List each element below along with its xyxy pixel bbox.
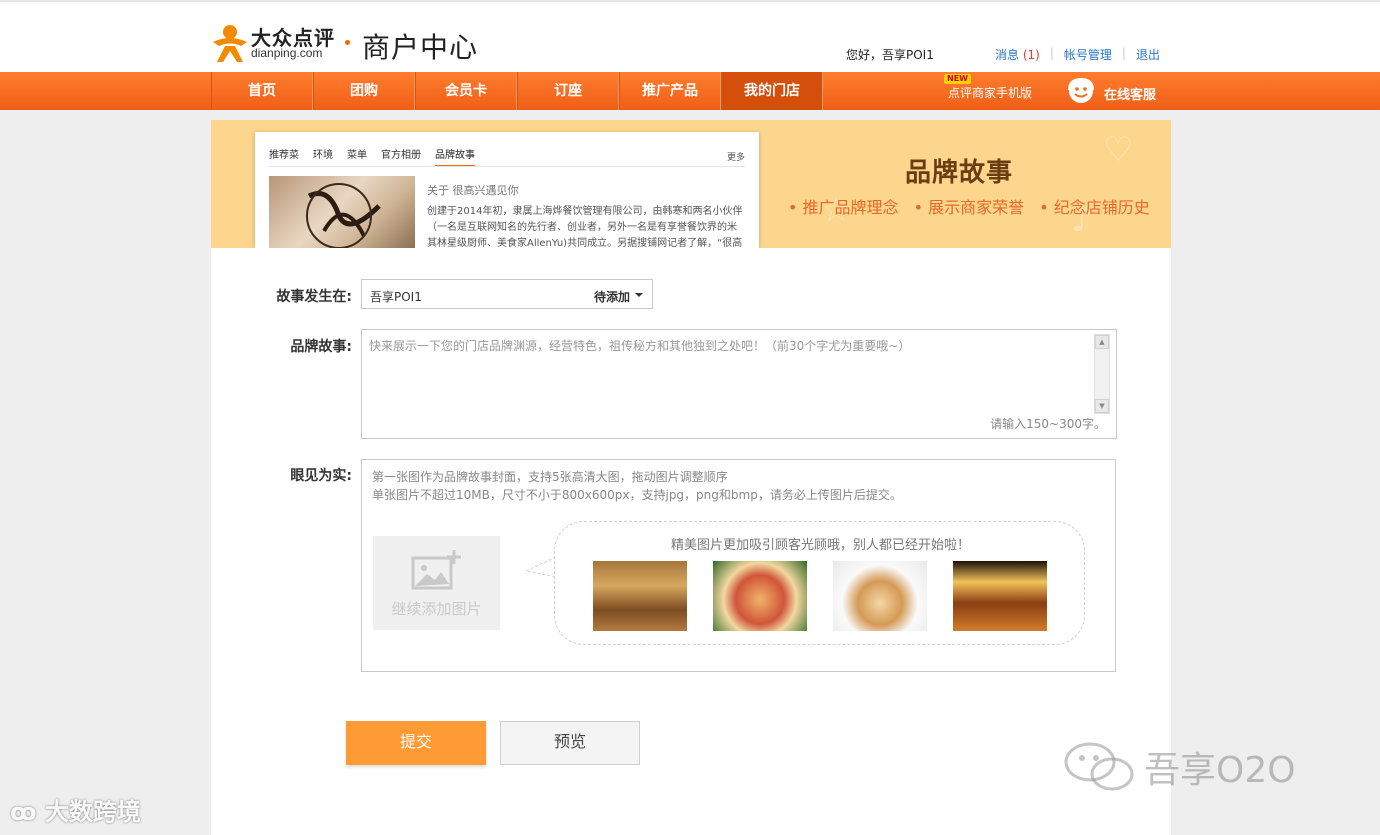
page-title: 商户中心 <box>362 31 479 64</box>
location-select[interactable]: 吾享POI1 待添加 <box>361 279 653 309</box>
upload-tip-cover: 第一张图作为品牌故事封面，支持5张高清大图，拖动图片调整顺序 <box>372 470 728 484</box>
brand-story-preview-card: 推荐菜 环境 菜单 官方相册 品牌故事 更多 关于 很高兴遇见你 创建于2014… <box>255 132 759 248</box>
customer-service-icon[interactable] <box>1066 76 1096 106</box>
banner-tag: • 推广品牌理念 <box>788 198 899 217</box>
wechat-icon <box>1064 742 1134 791</box>
preview-tab: 环境 <box>313 150 333 161</box>
user-greeting: 您好，吾享POI1 <box>846 48 934 62</box>
nav-item-reservation[interactable]: 订座 <box>517 72 619 110</box>
nav-item-group-buy[interactable]: 团购 <box>313 72 415 110</box>
sample-photo-interior <box>593 561 687 631</box>
nav-item-home[interactable]: 首页 <box>211 72 313 110</box>
sample-photo-dining-room <box>953 561 1047 631</box>
main-nav: 首页 团购 会员卡 订座 推广产品 我的门店 NEW 点评商家手机版 在线客服 <box>0 72 1380 110</box>
banner-deco-heart-icon: ♡ <box>1103 130 1134 170</box>
watermark-right: 吾享O2O <box>1062 740 1296 794</box>
preview-tab: 推荐菜 <box>269 150 299 161</box>
customer-service-link[interactable]: 在线客服 <box>1104 84 1156 103</box>
main-content: ☕ ♡ ☆ ♪ 推荐菜 环境 菜单 官方相册 品牌故事 更多 关于 很高兴遇见你 <box>211 120 1171 835</box>
preview-tabs: 推荐菜 环境 菜单 官方相册 品牌故事 <box>269 146 489 167</box>
watermark-logo-icon: ꝏ <box>10 798 45 826</box>
banner-title: 品牌故事 <box>905 158 1014 188</box>
watermark-left-text: 大数跨境 <box>44 798 141 826</box>
link-separator: | <box>1121 46 1126 60</box>
logout-link[interactable]: 退出 <box>1136 46 1160 63</box>
preview-subtitle: 关于 很高兴遇见你 <box>427 184 519 197</box>
add-image-icon <box>411 550 461 590</box>
messages-link-label: 消息 <box>995 48 1020 62</box>
account-management-link[interactable]: 帐号管理 <box>1064 46 1112 63</box>
location-select-status: 待添加 <box>593 290 630 304</box>
preview-tab: 菜单 <box>347 150 367 161</box>
watermark-right-text: 吾享O2O <box>1144 750 1296 791</box>
brand-story-banner: ☕ ♡ ☆ ♪ 推荐菜 环境 菜单 官方相册 品牌故事 更多 关于 很高兴遇见你 <box>211 120 1171 248</box>
add-photo-button[interactable]: 继续添加图片 <box>373 536 500 630</box>
nav-item-promotion[interactable]: 推广产品 <box>619 72 721 110</box>
new-badge: NEW <box>944 74 971 84</box>
brand-story-label: 品牌故事: <box>290 339 352 355</box>
messages-link[interactable]: 消息 (1) <box>995 46 1040 63</box>
bubble-tail <box>525 556 557 578</box>
logo-english-text: dianping.com <box>251 46 323 60</box>
banner-tags: • 推广品牌理念 • 展示商家荣誉 • 纪念店铺历史 <box>788 194 1160 218</box>
brand-story-placeholder: 快来展示一下您的门店品牌渊源，经营特色，祖传秘方和其他独到之处吧！（前30个字尤… <box>369 339 911 353</box>
messages-count: (1) <box>1022 48 1040 62</box>
dianping-logo[interactable]: 大众点评 dianping.com <box>211 20 341 68</box>
top-links: 消息 (1) | 帐号管理 | 退出 <box>995 46 1160 63</box>
sample-photos-text: 精美图片更加吸引顾客光顾哦，别人都已经开始啦！ <box>670 538 970 553</box>
sample-photo-pasta <box>713 561 807 631</box>
nav-item-member-card[interactable]: 会员卡 <box>415 72 517 110</box>
preview-body-text: 创建于2014年初，隶属上海烨餐饮管理有限公司，由韩寒和两名小伙伴（一名是互联网… <box>427 206 743 248</box>
brand-story-textarea[interactable]: 快来展示一下您的门店品牌渊源，经营特色，祖传秘方和其他独到之处吧！（前30个字尤… <box>361 329 1117 439</box>
location-label: 故事发生在: <box>276 289 352 305</box>
photo-upload-area: 第一张图作为品牌故事封面，支持5张高清大图，拖动图片调整顺序 单张图片不超过10… <box>361 459 1116 672</box>
sample-photo-dish <box>833 561 927 631</box>
merchant-mobile-link[interactable]: 点评商家手机版 <box>948 84 1032 101</box>
add-photo-label: 继续添加图片 <box>391 600 482 618</box>
photos-label: 眼见为实: <box>290 468 352 484</box>
banner-tag: • 展示商家荣誉 <box>913 198 1025 217</box>
preview-more-link: 更多 <box>726 153 745 163</box>
scroll-down-icon[interactable]: ▼ <box>1095 399 1109 413</box>
location-select-value: 吾享POI1 <box>370 290 422 304</box>
character-count-hint: 请输入150~300字。 <box>990 417 1106 431</box>
sample-photos-bubble: 精美图片更加吸引顾客光顾哦，别人都已经开始啦！ <box>554 521 1085 645</box>
preview-tab: 官方相册 <box>381 150 421 161</box>
caret-down-icon <box>635 293 643 297</box>
title-separator-dot <box>345 40 350 45</box>
banner-tag: • 纪念店铺历史 <box>1039 198 1150 217</box>
submit-button[interactable]: 提交 <box>346 721 486 765</box>
link-separator: | <box>1049 46 1054 60</box>
preview-divider <box>269 166 745 167</box>
upload-tip-requirements: 单张图片不超过10MB，尺寸不小于800x600px，支持jpg，png和bmp… <box>372 488 902 502</box>
watermark-left: ꝏ 大数跨境 <box>10 792 141 827</box>
nav-item-my-store[interactable]: 我的门店 <box>721 72 823 110</box>
site-header: 大众点评 dianping.com 商户中心 您好，吾享POI1 消息 (1) … <box>0 0 1380 72</box>
scroll-up-icon[interactable]: ▲ <box>1095 335 1109 349</box>
textarea-scrollbar[interactable]: ▲ ▼ <box>1094 334 1110 414</box>
preview-tab-active: 品牌故事 <box>435 146 475 167</box>
preview-button[interactable]: 预览 <box>500 721 640 765</box>
dianping-logo-icon <box>213 25 247 62</box>
preview-calligraphy-photo <box>269 176 415 248</box>
